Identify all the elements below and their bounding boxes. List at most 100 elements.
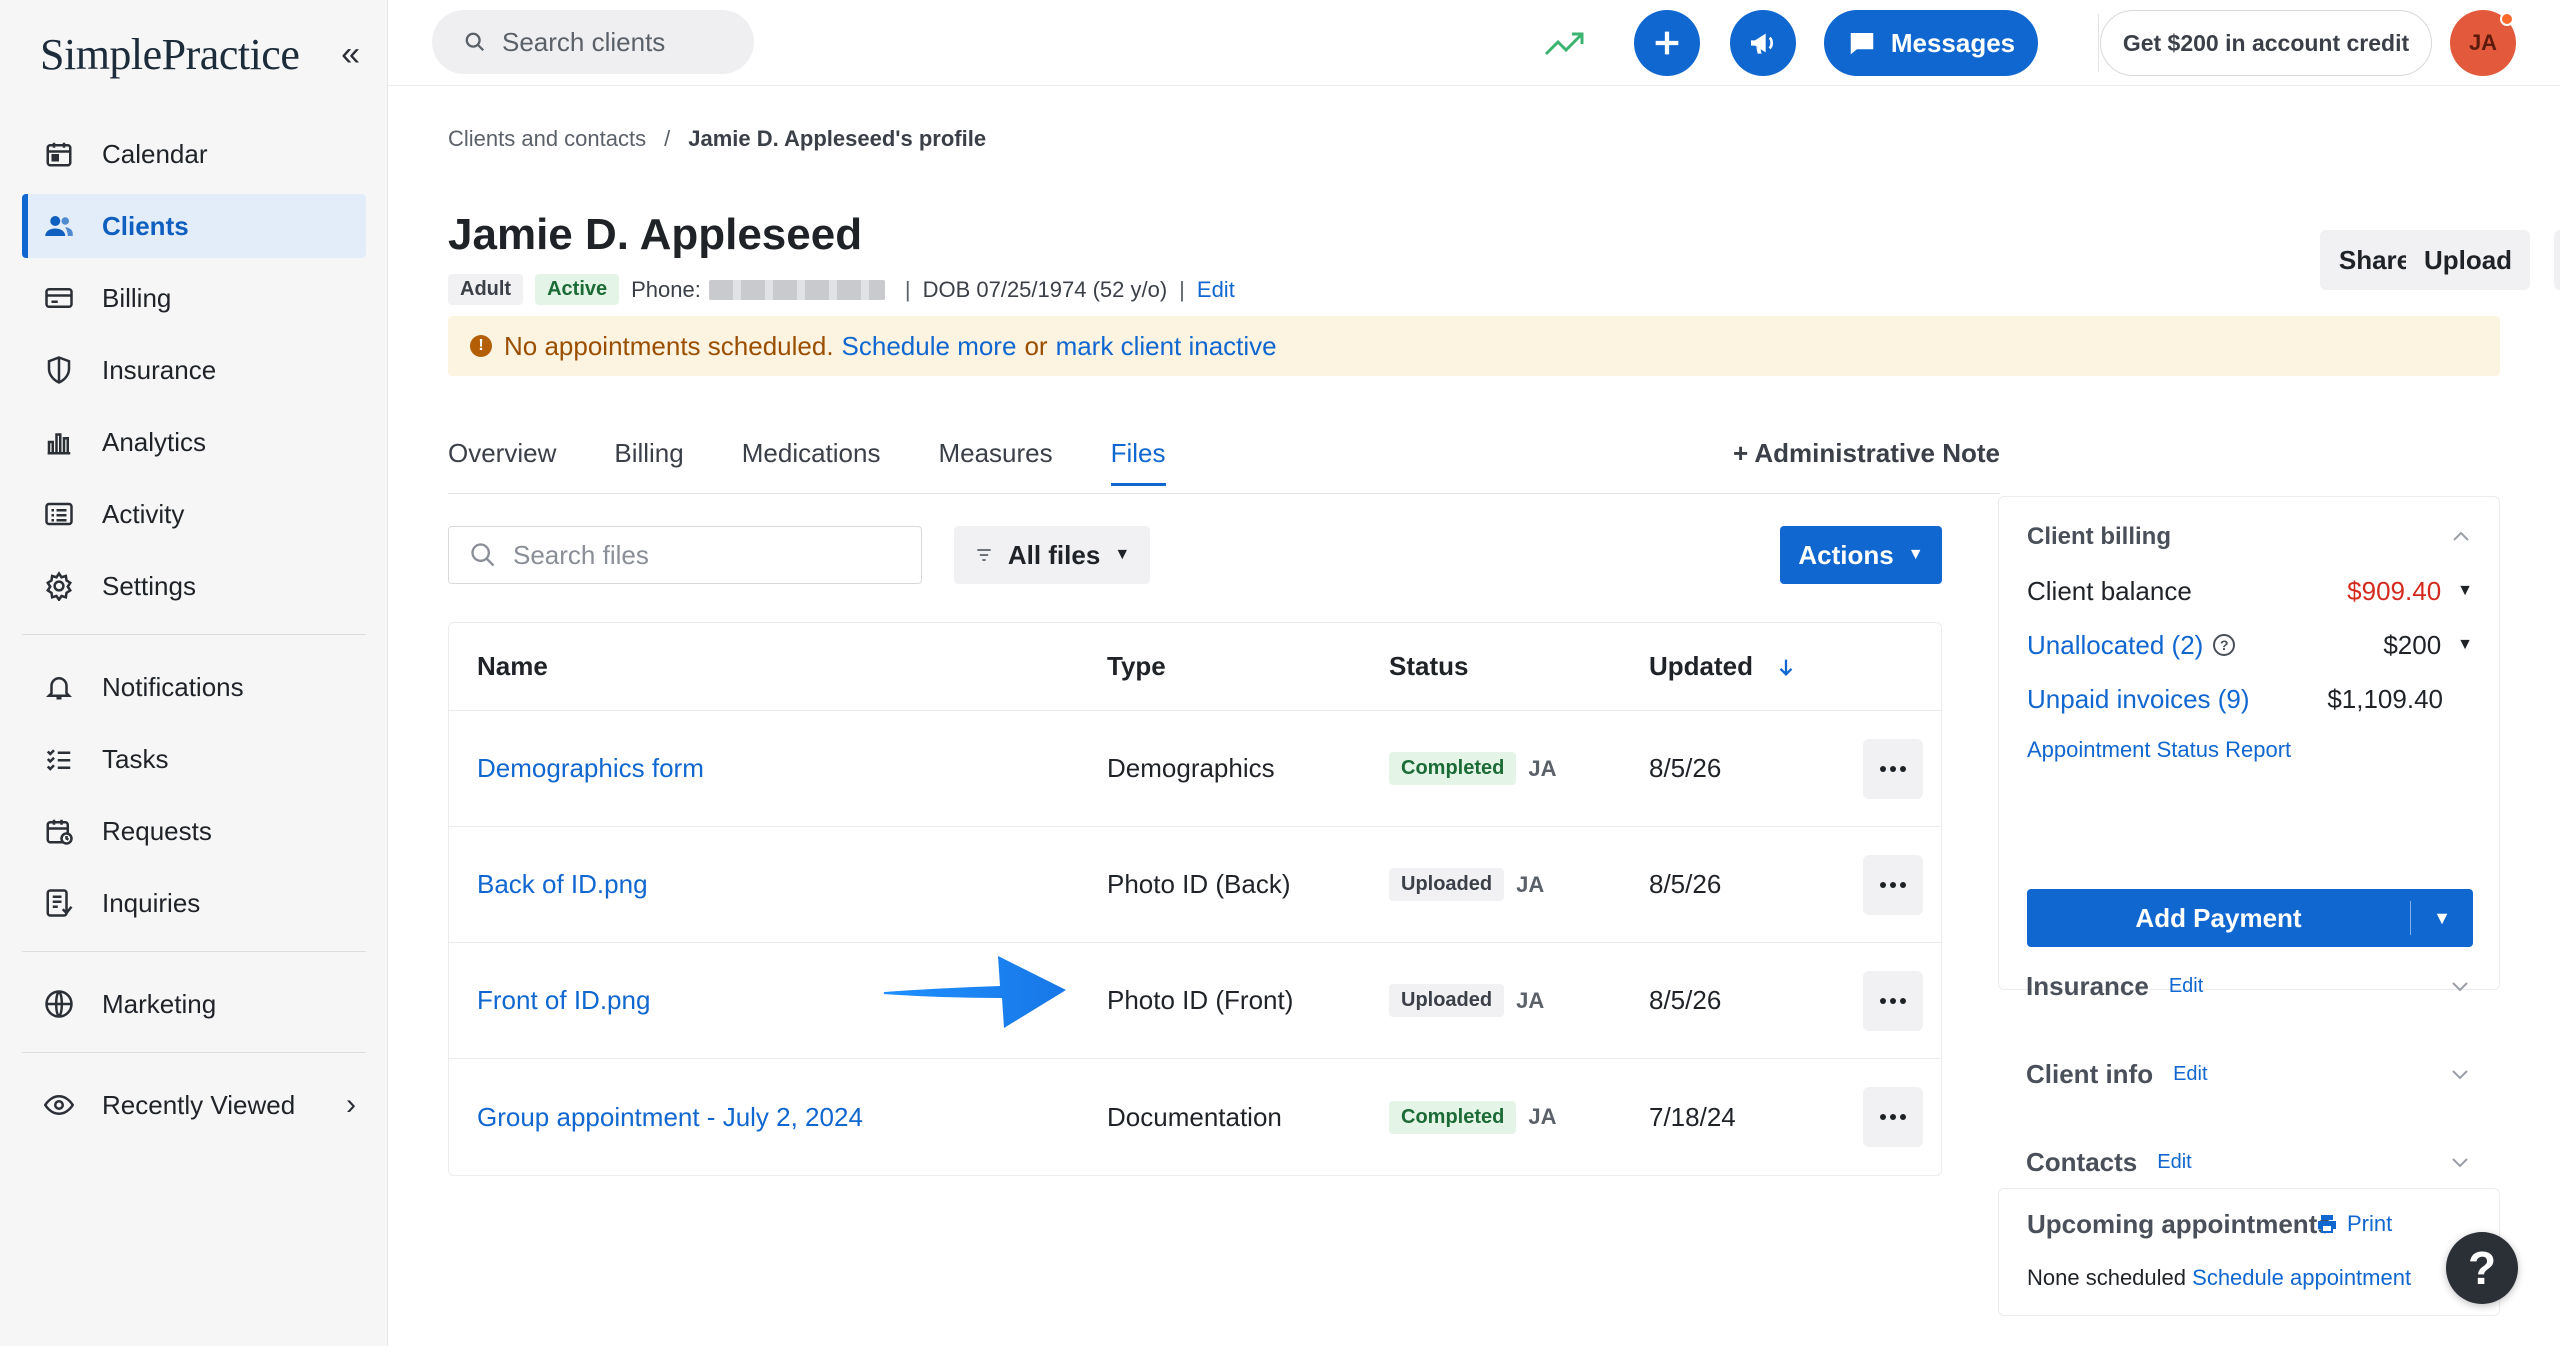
sidebar-item-recently-viewed[interactable]: Recently Viewed › — [22, 1073, 366, 1137]
client-balance-dropdown[interactable]: $909.40 ▼ — [2347, 576, 2473, 607]
chevron-down-icon[interactable] — [2448, 1062, 2472, 1086]
client-billing-title: Client billing — [2027, 523, 2171, 550]
client-balance-row: Client balance $909.40 ▼ — [2027, 571, 2473, 611]
sidebar-item-requests[interactable]: Requests — [22, 799, 366, 863]
add-payment-dropdown-button[interactable]: ▼ — [2411, 908, 2473, 929]
tab-medications[interactable]: Medications — [742, 438, 881, 483]
sidebar-item-label: Requests — [102, 815, 212, 846]
edit-insurance-link[interactable]: Edit — [2169, 975, 2203, 998]
sidebar-item-label: Inquiries — [102, 887, 201, 918]
table-row: Group appointment - July 2, 2024 Documen… — [449, 1059, 1941, 1175]
sidebar-item-settings[interactable]: Settings — [22, 554, 366, 618]
unallocated-link[interactable]: Unallocated (2) — [2027, 630, 2203, 661]
column-header-status[interactable]: Status — [1389, 623, 1468, 710]
warning-icon: ! — [470, 335, 492, 357]
help-circle-icon[interactable]: ? — [2213, 634, 2236, 656]
help-button[interactable]: ? — [2446, 1232, 2518, 1304]
column-header-updated[interactable]: Updated — [1649, 623, 1797, 710]
table-row: Front of ID.png Photo ID (Front) Uploade… — [449, 943, 1941, 1059]
row-more-button[interactable] — [1863, 1087, 1923, 1147]
phone-label: Phone: — [631, 276, 701, 302]
account-credit-button[interactable]: Get $200 in account credit — [2100, 10, 2432, 76]
comment-button[interactable] — [2554, 230, 2560, 290]
add-payment-button[interactable]: Add Payment ▼ — [2027, 889, 2473, 947]
upcoming-body: None scheduled Schedule appointment — [2027, 1265, 2411, 1291]
tab-measures[interactable]: Measures — [938, 438, 1052, 483]
chevron-down-icon[interactable] — [2448, 1150, 2472, 1174]
column-header-type[interactable]: Type — [1107, 623, 1166, 710]
contacts-section-header[interactable]: Contacts Edit — [2026, 1142, 2472, 1182]
unpaid-invoices-link[interactable]: Unpaid invoices (9) — [2027, 684, 2250, 715]
messages-button[interactable]: Messages — [1824, 10, 2038, 76]
collapse-sidebar-button[interactable]: « — [341, 35, 360, 74]
row-more-button[interactable] — [1863, 970, 1923, 1031]
unpaid-invoices-row: Unpaid invoices (9) $1,109.40 — [2027, 679, 2443, 719]
filter-icon — [977, 549, 991, 561]
add-button[interactable] — [1634, 10, 1700, 76]
file-name-link[interactable]: Demographics form — [477, 753, 704, 784]
status-badge: Active — [535, 274, 620, 305]
megaphone-icon — [1751, 33, 1773, 54]
sidebar-item-tasks[interactable]: Tasks — [22, 727, 366, 791]
mark-inactive-link[interactable]: mark client inactive — [1056, 331, 1277, 362]
tab-billing[interactable]: Billing — [614, 438, 683, 483]
search-files-input[interactable]: Search files — [448, 526, 922, 584]
appointment-status-report-link[interactable]: Appointment Status Report — [2027, 737, 2291, 763]
caret-down-icon: ▼ — [2457, 582, 2473, 599]
breadcrumb-current: Jamie D. Appleseed's profile — [688, 126, 987, 151]
sidebar-item-insurance[interactable]: Insurance — [22, 338, 366, 402]
print-label: Print — [2347, 1211, 2393, 1236]
sidebar-item-label: Analytics — [102, 426, 207, 457]
print-appointments-button[interactable]: Print — [2315, 1211, 2392, 1237]
schedule-appointment-link[interactable]: Schedule appointment — [2192, 1265, 2411, 1290]
sidebar-item-calendar[interactable]: Calendar — [22, 122, 366, 186]
edit-client-info-link[interactable]: Edit — [2173, 1063, 2207, 1086]
sidebar-item-analytics[interactable]: Analytics — [22, 410, 366, 474]
unallocated-dropdown[interactable]: $200 ▼ — [2383, 630, 2473, 661]
printer-icon — [2318, 1215, 2336, 1233]
all-files-filter[interactable]: All files ▼ — [954, 526, 1150, 584]
search-clients-input[interactable]: Search clients — [432, 10, 754, 74]
breadcrumb-parent-link[interactable]: Clients and contacts — [448, 126, 646, 151]
file-owner-initials: JA — [1516, 987, 1545, 1013]
column-header-name[interactable]: Name — [477, 623, 548, 710]
add-administrative-note-button[interactable]: + Administrative Note — [1733, 438, 2000, 469]
analytics-icon — [42, 425, 76, 459]
sidebar-item-label: Settings — [102, 570, 196, 601]
upload-button[interactable]: Upload — [2406, 230, 2530, 290]
chevron-down-icon[interactable] — [2448, 974, 2472, 998]
tab-overview[interactable]: Overview — [448, 438, 556, 483]
table-row: Back of ID.png Photo ID (Back) Uploaded … — [449, 827, 1941, 943]
trending-up-icon[interactable] — [1542, 22, 1586, 62]
sidebar-item-inquiries[interactable]: Inquiries — [22, 871, 366, 935]
main-content: Clients and contacts / Jamie D. Appleseed'… — [388, 86, 2560, 1346]
file-name-link[interactable]: Front of ID.png — [477, 985, 650, 1016]
edit-client-link[interactable]: Edit — [1197, 277, 1235, 303]
breadcrumb-separator: / — [664, 126, 671, 151]
more-horizontal-icon — [1880, 997, 1906, 1004]
file-name-link[interactable]: Back of ID.png — [477, 869, 648, 900]
sidebar-item-marketing[interactable]: Marketing — [22, 972, 366, 1036]
row-more-button[interactable] — [1863, 854, 1923, 915]
edit-contacts-link[interactable]: Edit — [2157, 1151, 2191, 1174]
actions-button[interactable]: Actions ▼ — [1780, 526, 1942, 584]
sidebar-item-label: Calendar — [102, 138, 208, 169]
chevron-up-icon[interactable] — [2449, 525, 2473, 549]
nav-divider — [22, 1052, 366, 1053]
file-status-badge: Completed — [1389, 1100, 1517, 1134]
schedule-more-link[interactable]: Schedule more — [842, 331, 1017, 362]
sidebar-item-billing[interactable]: Billing — [22, 266, 366, 330]
search-icon — [465, 32, 485, 52]
bell-icon — [42, 670, 76, 704]
row-more-button[interactable] — [1863, 738, 1923, 799]
client-info-section-header[interactable]: Client info Edit — [2026, 1054, 2472, 1094]
announcements-button[interactable] — [1730, 10, 1796, 76]
sidebar-item-notifications[interactable]: Notifications — [22, 655, 366, 719]
sidebar-item-activity[interactable]: Activity — [22, 482, 366, 546]
insurance-section-header[interactable]: Insurance Edit — [2026, 966, 2472, 1006]
file-name-link[interactable]: Group appointment - July 2, 2024 — [477, 1102, 863, 1133]
tab-files[interactable]: Files — [1110, 438, 1166, 486]
app-logo[interactable]: SimplePractice — [40, 29, 300, 80]
client-balance-label: Client balance — [2027, 575, 2192, 606]
sidebar-item-clients[interactable]: Clients — [22, 194, 366, 258]
